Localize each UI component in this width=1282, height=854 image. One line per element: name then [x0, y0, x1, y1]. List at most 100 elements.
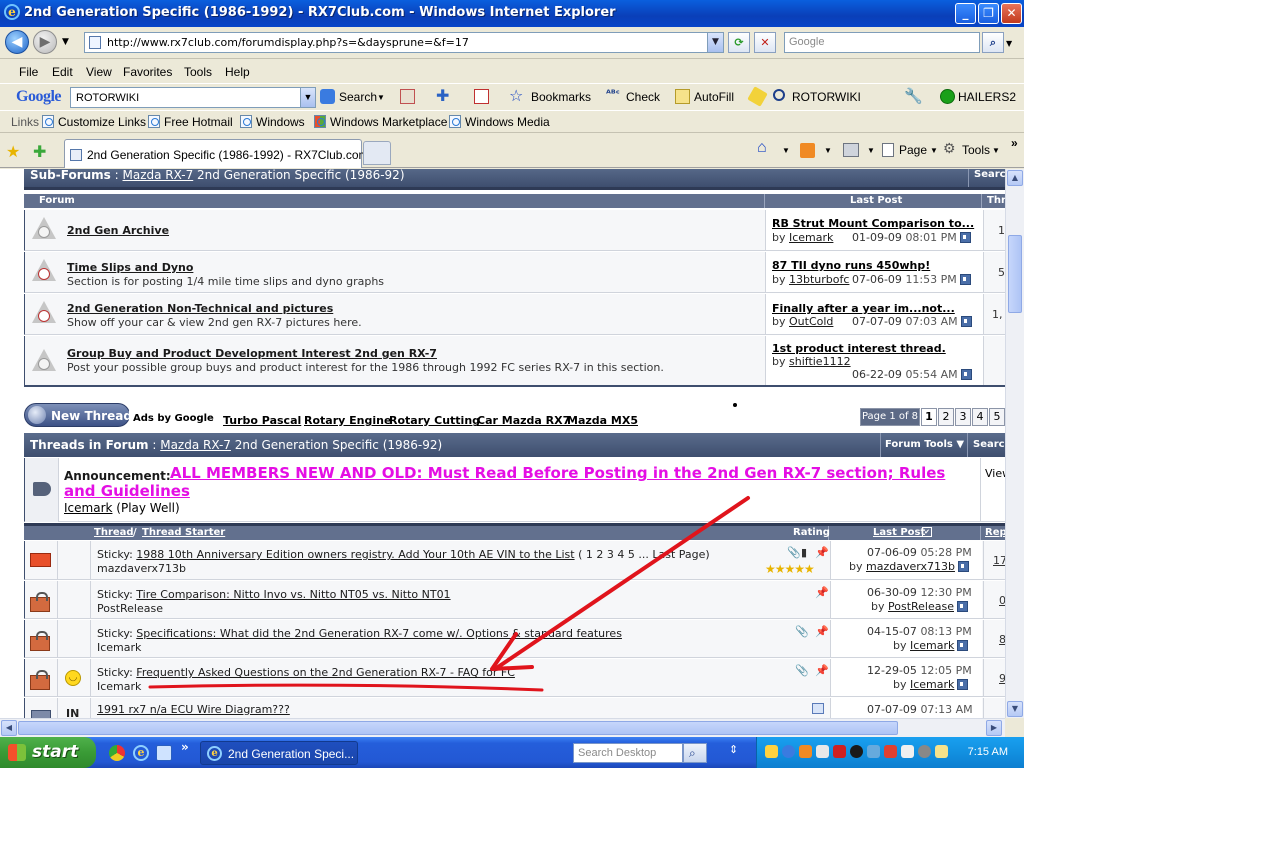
search-input[interactable]: Google	[784, 32, 980, 53]
url-field[interactable]: http://www.rx7club.com/forumdisplay.php?…	[84, 32, 724, 53]
link-hotmail[interactable]: Free Hotmail	[148, 115, 233, 129]
gear-icon: ⚙	[943, 140, 956, 156]
highlighter-icon[interactable]	[747, 86, 768, 107]
news-icon[interactable]	[400, 89, 415, 104]
close-button[interactable]: ✕	[1001, 3, 1022, 24]
page-menu[interactable]: Page	[899, 143, 927, 157]
links-bar: Links Customize Links Free Hotmail Windo…	[0, 110, 1024, 133]
print-dropdown[interactable]: ▼	[867, 146, 875, 155]
link-hotmail-label: Free Hotmail	[164, 115, 233, 129]
more-chevron[interactable]: »	[1011, 136, 1018, 150]
start-label: start	[32, 742, 79, 762]
google-search-button[interactable]: Search	[339, 90, 377, 104]
annotation-arrow-shaft	[496, 496, 750, 669]
magnifier-icon	[773, 89, 785, 101]
quicklaunch-more[interactable]: »	[181, 740, 189, 754]
ie-quicklaunch-icon[interactable]: e	[133, 745, 149, 761]
tray-icon[interactable]	[884, 745, 897, 758]
back-button[interactable]: ◀	[5, 30, 29, 54]
minimize-button[interactable]: _	[955, 3, 976, 24]
tray-icon[interactable]	[935, 745, 948, 758]
tray-icon[interactable]	[765, 745, 778, 758]
refresh-button[interactable]: ⟳	[728, 32, 750, 53]
vertical-scroll-thumb[interactable]	[1008, 235, 1022, 313]
start-button[interactable]: start	[0, 737, 96, 768]
taskbar-window-button[interactable]: e 2nd Generation Speci...	[200, 741, 358, 765]
tray-icon[interactable]	[901, 745, 914, 758]
feeds-icon[interactable]	[800, 143, 815, 158]
link-windows[interactable]: Windows	[240, 115, 305, 129]
ie-icon: e	[4, 4, 20, 20]
horizontal-scroll-thumb[interactable]	[18, 721, 898, 735]
scroll-up-button[interactable]: ▲	[1007, 170, 1023, 186]
window-title: 2nd Generation Specific (1986-1992) - RX…	[24, 5, 616, 20]
menu-bar: File Edit View Favorites Tools Help	[0, 60, 1024, 83]
popup-blocker-icon[interactable]	[474, 89, 489, 104]
page-dropdown[interactable]: ▼	[930, 146, 938, 155]
tab-active[interactable]: 2nd Generation Specific (1986-1992) - RX…	[64, 139, 368, 168]
wrench-icon[interactable]: 🔧	[904, 87, 923, 105]
tray-icon[interactable]	[799, 745, 812, 758]
account-button[interactable]: HAILERS2	[958, 90, 1016, 104]
tools-menu[interactable]: Tools	[962, 143, 990, 157]
desktop-search-options[interactable]: ⇕	[729, 743, 738, 756]
page-icon	[148, 115, 160, 128]
menu-favorites[interactable]: Favorites	[123, 65, 172, 79]
forward-button[interactable]: ▶	[33, 30, 57, 54]
rotorwiki-button[interactable]: ROTORWIKI	[792, 90, 861, 104]
menu-help[interactable]: Help	[225, 65, 250, 79]
favorites-star-icon[interactable]: ★	[6, 142, 20, 161]
taskbar: start e » e 2nd Generation Speci... Sear…	[0, 737, 1024, 768]
google-query-dropdown[interactable]: ▼	[300, 88, 315, 107]
scroll-left-button[interactable]: ◀	[1, 720, 17, 736]
home-icon[interactable]: ⌂	[757, 139, 767, 157]
restore-button[interactable]: ❐	[978, 3, 999, 24]
autofill-button[interactable]: AutoFill	[694, 90, 734, 104]
bookmark-star-icon[interactable]: ☆	[509, 86, 524, 105]
feeds-dropdown[interactable]: ▼	[824, 146, 832, 155]
chrome-icon[interactable]	[109, 745, 125, 761]
stop-button[interactable]: ✕	[754, 32, 776, 53]
check-button[interactable]: Check	[626, 90, 660, 104]
tray-icon[interactable]	[850, 745, 863, 758]
page-icon	[42, 115, 54, 128]
new-tab-button[interactable]	[363, 141, 391, 165]
page-icon	[89, 36, 101, 49]
outlook-icon[interactable]	[156, 745, 172, 761]
scroll-down-button[interactable]: ▼	[1007, 701, 1023, 717]
search-options-dropdown[interactable]: ▼	[1006, 39, 1012, 48]
tray-icon[interactable]	[867, 745, 880, 758]
tray-icon[interactable]	[782, 745, 795, 758]
bookmarks-button[interactable]: Bookmarks	[531, 90, 591, 104]
search-placeholder: Google	[789, 36, 825, 48]
search-go-button[interactable]: ⌕	[982, 32, 1004, 53]
menu-tools[interactable]: Tools	[184, 65, 212, 79]
plus-icon[interactable]: ✚	[436, 86, 451, 105]
desktop-search-button[interactable]: ⌕	[683, 743, 707, 763]
link-media[interactable]: Windows Media	[449, 115, 550, 129]
recent-pages-dropdown[interactable]: ▼	[62, 37, 69, 47]
desktop-search-input[interactable]: Search Desktop	[573, 743, 683, 763]
horizontal-scrollbar[interactable]: ◀ ▶	[0, 718, 1005, 737]
link-marketplace[interactable]: Windows Marketplace	[314, 115, 447, 129]
tools-dropdown[interactable]: ▼	[992, 146, 1000, 155]
google-search-dropdown[interactable]: ▼	[377, 93, 385, 102]
url-dropdown[interactable]: ▼	[707, 33, 723, 52]
menu-view[interactable]: View	[86, 65, 112, 79]
menu-file[interactable]: File	[19, 65, 38, 79]
google-search-icon	[320, 89, 335, 104]
vertical-scrollbar[interactable]: ▲ ▼	[1005, 169, 1024, 718]
google-search-input[interactable]: ROTORWIKI ▼	[70, 87, 316, 108]
add-favorite-icon[interactable]: ✚	[33, 142, 46, 161]
annotation-arrow	[148, 496, 750, 692]
home-dropdown[interactable]: ▼	[782, 146, 790, 155]
menu-edit[interactable]: Edit	[52, 65, 73, 79]
scroll-right-button[interactable]: ▶	[986, 720, 1002, 736]
print-icon[interactable]	[843, 143, 859, 157]
status-green-icon	[940, 89, 955, 104]
tray-icon[interactable]	[918, 745, 931, 758]
tray-icon[interactable]	[833, 745, 846, 758]
link-customize[interactable]: Customize Links	[42, 115, 146, 129]
taskbar-window-label: 2nd Generation Speci...	[228, 747, 355, 761]
tray-icon[interactable]	[816, 745, 829, 758]
